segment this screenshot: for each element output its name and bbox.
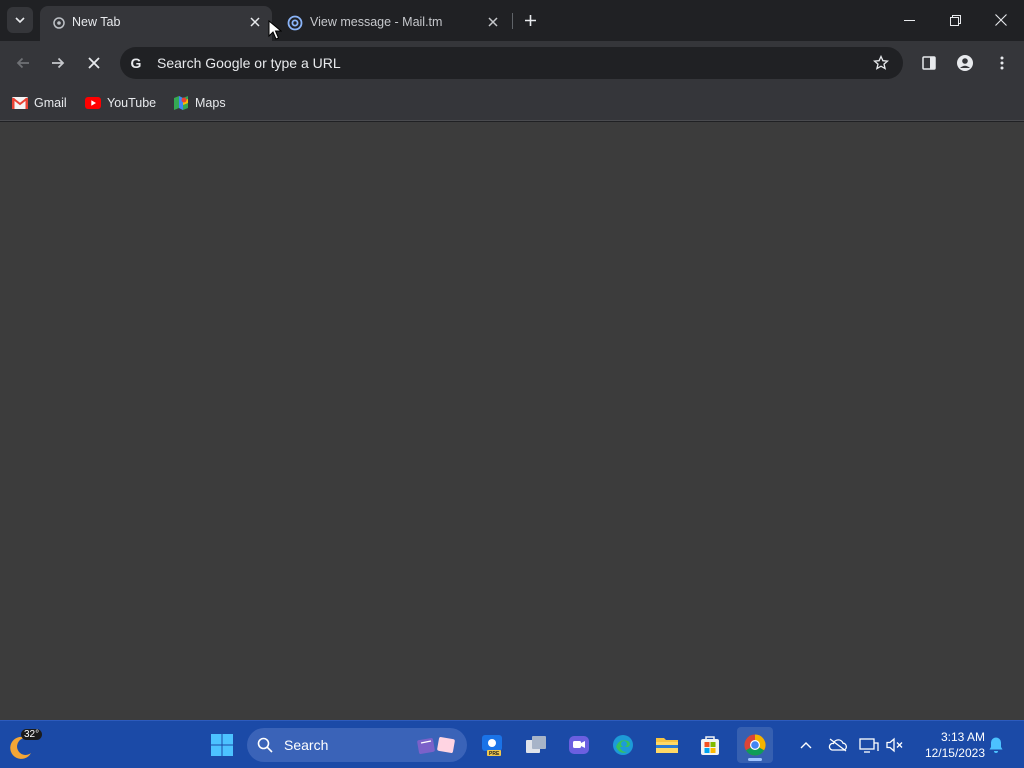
volume-tray-button[interactable]	[884, 734, 906, 756]
outlook-icon: PRE	[482, 735, 502, 757]
windows-taskbar: 32° Search PRE 3:13 AM 12/15/2023	[0, 720, 1024, 768]
browser-toolbar: G Search Google or type a URL	[0, 41, 1024, 85]
restore-button[interactable]	[932, 0, 978, 40]
weather-widget[interactable]: 32°	[6, 727, 46, 763]
store-icon	[701, 736, 719, 755]
restore-icon	[949, 14, 961, 26]
bookmark-gmail[interactable]: Gmail	[12, 92, 67, 114]
address-bar[interactable]: G Search Google or type a URL	[120, 47, 903, 79]
minimize-button[interactable]	[886, 0, 932, 40]
bookmark-maps[interactable]: Maps	[173, 92, 226, 114]
close-window-button[interactable]	[978, 0, 1024, 40]
back-button[interactable]	[9, 49, 37, 77]
chrome-menu-button[interactable]	[988, 49, 1016, 77]
notifications-button[interactable]	[985, 734, 1007, 756]
google-icon: G	[128, 55, 144, 71]
svg-text:PRE: PRE	[489, 751, 500, 757]
tab-title: View message - Mail.tm	[310, 15, 443, 29]
tab-search-button[interactable]	[7, 7, 33, 33]
bookmark-label: Maps	[195, 96, 226, 110]
bell-icon	[989, 737, 1003, 753]
clock-time: 3:13 AM	[940, 730, 985, 744]
taskbar-app-outlook-preview[interactable]: PRE	[474, 727, 510, 763]
page-content	[0, 122, 1024, 720]
clock-date: 12/15/2023	[924, 746, 985, 760]
task-view-icon	[526, 736, 546, 753]
taskbar-app-file-explorer[interactable]	[649, 727, 685, 763]
tab-new-tab[interactable]: New Tab	[40, 6, 272, 41]
start-button[interactable]	[204, 727, 240, 763]
profile-icon	[957, 55, 973, 71]
side-panel-icon	[922, 56, 936, 70]
tab-title: New Tab	[72, 15, 121, 29]
show-hidden-icons-button[interactable]	[795, 734, 817, 756]
youtube-icon	[85, 95, 101, 111]
weather-temp: 32°	[21, 729, 43, 740]
windows-logo-icon	[211, 734, 233, 756]
new-tab-button[interactable]	[519, 9, 541, 31]
taskbar-app-teams[interactable]	[561, 727, 597, 763]
close-icon	[995, 14, 1007, 26]
teams-icon	[569, 736, 589, 754]
close-tab-icon[interactable]	[246, 13, 264, 31]
forward-button[interactable]	[44, 49, 72, 77]
system-clock[interactable]: 3:13 AM 12/15/2023	[913, 729, 985, 761]
edge-icon	[613, 735, 633, 755]
close-tab-icon[interactable]	[484, 13, 502, 31]
at-sign-icon	[287, 15, 303, 31]
onedrive-offline-icon	[828, 738, 847, 752]
plus-icon	[524, 14, 536, 26]
side-panel-button[interactable]	[915, 49, 943, 77]
chrome-newtab-icon	[51, 15, 67, 31]
kebab-menu-icon	[1000, 56, 1004, 70]
onedrive-tray-button[interactable]	[827, 734, 849, 756]
close-icon	[88, 57, 100, 69]
volume-muted-icon	[886, 737, 903, 753]
search-icon	[257, 737, 273, 753]
arrow-right-icon	[52, 57, 65, 69]
gmail-icon	[12, 95, 28, 111]
chrome-icon	[744, 734, 766, 756]
taskbar-app-edge[interactable]	[605, 727, 641, 763]
active-app-indicator	[748, 758, 762, 761]
address-placeholder: Search Google or type a URL	[157, 55, 341, 71]
network-tray-button[interactable]	[858, 734, 880, 756]
taskbar-app-chrome[interactable]	[737, 727, 773, 763]
arrow-left-icon	[16, 57, 29, 69]
svg-text:G: G	[131, 55, 142, 71]
chevron-up-icon	[800, 742, 812, 749]
network-icon	[859, 738, 879, 753]
bookmark-youtube[interactable]: YouTube	[85, 92, 156, 114]
tab-separator	[512, 13, 513, 29]
mouse-cursor-icon	[268, 20, 282, 40]
maps-icon	[173, 95, 189, 111]
bookmark-label: Gmail	[34, 96, 67, 110]
title-bar: New Tab View message - Mail.tm	[0, 0, 1024, 41]
bookmarks-bar: Gmail YouTube Maps	[0, 85, 1024, 121]
chevron-down-icon	[15, 17, 25, 24]
minimize-icon	[903, 19, 915, 21]
bookmark-star-icon[interactable]	[872, 54, 890, 72]
stop-loading-button[interactable]	[80, 49, 108, 77]
search-highlight-icon	[417, 737, 455, 754]
tab-mail-tm[interactable]: View message - Mail.tm	[276, 6, 510, 41]
bookmark-label: YouTube	[107, 96, 157, 110]
taskbar-app-task-view[interactable]	[518, 727, 554, 763]
profile-button[interactable]	[951, 49, 979, 77]
folder-icon	[656, 738, 678, 753]
search-label: Search	[284, 737, 329, 753]
taskbar-app-store[interactable]	[692, 727, 728, 763]
taskbar-search[interactable]: Search	[247, 728, 467, 762]
